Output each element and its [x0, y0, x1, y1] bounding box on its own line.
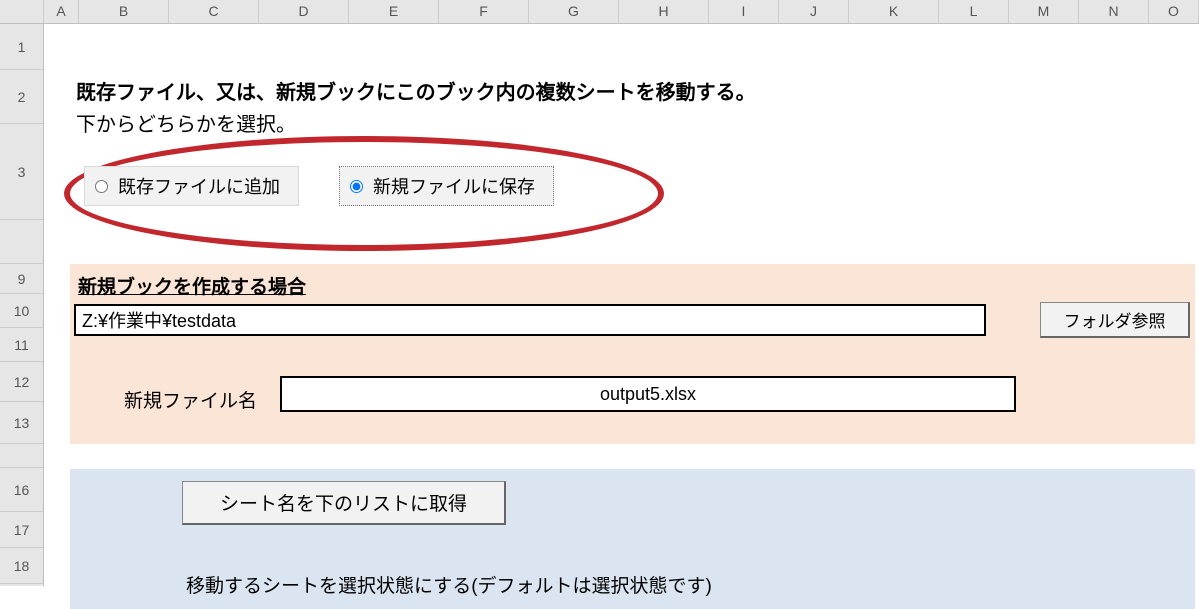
column-header[interactable]: M [1009, 0, 1079, 23]
row-header[interactable]: 16 [0, 468, 43, 512]
radio-group: 既存ファイルに追加 新規ファイルに保存 [84, 166, 554, 206]
column-header-bar: ABCDEFGHIJKLMNO [0, 0, 1199, 24]
column-header[interactable]: F [439, 0, 529, 23]
row-header[interactable] [0, 220, 43, 264]
column-header[interactable]: N [1079, 0, 1149, 23]
new-book-section: 新規ブックを作成する場合 フォルダ参照 新規ファイル名 [70, 264, 1195, 444]
get-sheet-names-button[interactable]: シート名を下のリストに取得 [182, 481, 506, 525]
column-header[interactable]: G [529, 0, 619, 23]
column-header[interactable]: D [259, 0, 349, 23]
row-header[interactable] [0, 444, 43, 468]
worksheet-area: 既存ファイル、又は、新規ブックにこのブック内の複数シートを移動する。 下からどち… [44, 24, 1199, 586]
radio-new-input[interactable] [350, 180, 363, 193]
column-header[interactable]: C [169, 0, 259, 23]
column-header[interactable]: E [349, 0, 439, 23]
filename-input[interactable] [280, 376, 1016, 412]
row-header[interactable]: 1 [0, 24, 43, 70]
page-title: 既存ファイル、又は、新規ブックにこのブック内の複数シートを移動する。 [76, 76, 756, 105]
row-header[interactable]: 18 [0, 548, 43, 584]
row-header[interactable]: 2 [0, 70, 43, 124]
row-header[interactable]: 13 [0, 402, 43, 444]
sheet-list-section: シート名を下のリストに取得 移動するシートを選択状態にする(デフォルトは選択状態… [70, 469, 1195, 609]
row-header[interactable]: 11 [0, 328, 43, 362]
select-all-corner[interactable] [0, 0, 44, 23]
row-header-bar: 123910111213161718 [0, 24, 44, 586]
radio-existing-input[interactable] [95, 180, 108, 193]
radio-new-label: 新規ファイルに保存 [373, 173, 535, 199]
column-header[interactable]: L [939, 0, 1009, 23]
column-header[interactable]: I [709, 0, 779, 23]
browse-folder-button[interactable]: フォルダ参照 [1040, 302, 1190, 338]
page-subtitle: 下からどちらかを選択。 [76, 108, 296, 137]
column-header[interactable]: H [619, 0, 709, 23]
row-header[interactable]: 10 [0, 294, 43, 328]
row-header[interactable]: 3 [0, 124, 43, 220]
row-header[interactable]: 9 [0, 264, 43, 294]
new-book-heading: 新規ブックを作成する場合 [78, 272, 306, 299]
column-header[interactable]: K [849, 0, 939, 23]
column-header[interactable]: O [1149, 0, 1199, 23]
column-header[interactable]: A [44, 0, 79, 23]
sheet-selection-note: 移動するシートを選択状態にする(デフォルトは選択状態です) [186, 571, 712, 598]
radio-existing-label: 既存ファイルに追加 [118, 173, 280, 199]
filename-label: 新規ファイル名 [124, 386, 257, 413]
column-header[interactable]: B [79, 0, 169, 23]
folder-path-input[interactable] [74, 304, 986, 336]
radio-existing-file[interactable]: 既存ファイルに追加 [84, 166, 299, 206]
radio-new-file[interactable]: 新規ファイルに保存 [339, 166, 554, 206]
row-header[interactable]: 12 [0, 362, 43, 402]
column-header[interactable]: J [779, 0, 849, 23]
row-header[interactable]: 17 [0, 512, 43, 548]
